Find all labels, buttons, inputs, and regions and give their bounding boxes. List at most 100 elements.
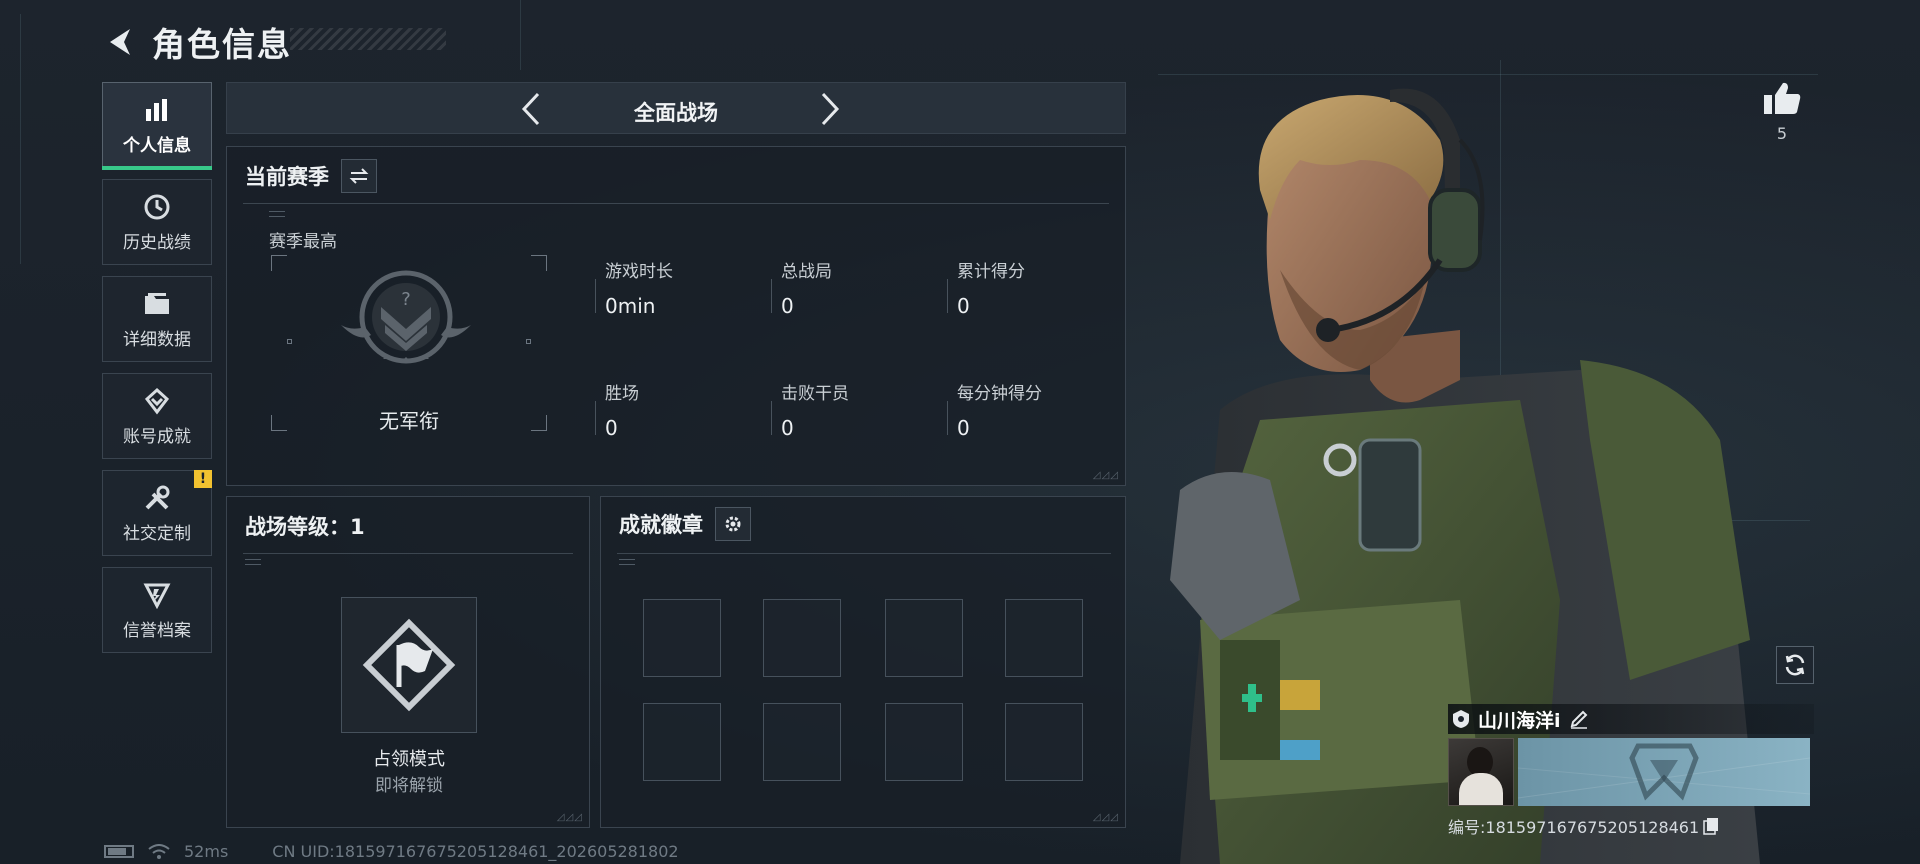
decor — [619, 559, 635, 565]
player-name: 山川海洋i — [1478, 709, 1561, 732]
alert-badge: ! — [194, 470, 212, 488]
next-mode-button[interactable] — [811, 91, 847, 127]
shield-icon — [142, 580, 172, 610]
battery-icon — [104, 845, 134, 858]
stat-value: 0min — [605, 294, 656, 318]
season-best-label: 赛季最高 — [269, 232, 337, 252]
decor — [245, 559, 261, 565]
stat-wins: 胜场 0 — [595, 379, 639, 440]
wifi-icon — [148, 843, 170, 859]
stat-label: 胜场 — [605, 384, 639, 404]
sidebar-item-history[interactable]: 历史战绩 — [102, 179, 212, 265]
achievements-panel: 成就徽章 ◿◿◿ — [600, 496, 1126, 828]
mode-name: 占领模式 — [373, 749, 445, 770]
sidebar-item-label: 历史战绩 — [123, 232, 191, 253]
sidebar-item-label: 社交定制 — [123, 523, 191, 544]
decor-line — [1158, 74, 1818, 75]
avatar[interactable] — [1448, 738, 1514, 806]
badge-slot[interactable] — [1005, 599, 1083, 677]
stat-label: 累计得分 — [957, 262, 1025, 282]
like-button[interactable]: 5 — [1762, 80, 1802, 143]
like-count: 5 — [1776, 124, 1788, 143]
sidebar-item-detailed-data[interactable]: 详细数据 — [102, 276, 212, 362]
stat-label: 击败干员 — [781, 384, 849, 404]
tools-icon — [142, 483, 172, 513]
player-card: 山川海洋i 编号:1815971676752051284​61 — [1448, 704, 1814, 838]
edit-name-icon[interactable] — [1569, 709, 1589, 729]
badge-slot[interactable] — [763, 599, 841, 677]
achievements-title: 成就徽章 — [619, 513, 703, 537]
sidebar-item-personal-info[interactable]: 个人信息 — [102, 82, 212, 170]
sidebar-item-label: 个人信息 — [123, 135, 191, 156]
swap-icon — [349, 168, 369, 184]
chevron-right-icon — [821, 92, 840, 126]
badge-slot[interactable] — [1005, 703, 1083, 781]
player-banner[interactable] — [1518, 738, 1810, 806]
mode-status: 即将解锁 — [375, 776, 443, 796]
title-decoration — [290, 28, 446, 50]
divider — [243, 553, 573, 554]
back-arrow-icon — [110, 29, 130, 55]
badge-slot[interactable] — [763, 703, 841, 781]
badge-slot[interactable] — [885, 599, 963, 677]
rotate-model-button[interactable] — [1776, 646, 1814, 684]
achievement-icon — [142, 386, 172, 416]
sidebar: 个人信息 历史战绩 详细数据 账号成就 ! 社交定制 信誉档案 — [102, 82, 212, 664]
gear-icon — [725, 516, 741, 532]
banner-emblem-icon — [1518, 743, 1810, 801]
panel-corner-decor: ◿◿◿ — [556, 812, 583, 823]
status-bar: 52ms CN UID:1815971676752051284​61_20260… — [104, 842, 679, 861]
capture-flag-icon — [362, 618, 456, 712]
stat-value: 0 — [957, 294, 970, 318]
decor-line — [20, 14, 21, 264]
switch-season-button[interactable] — [341, 159, 377, 193]
season-title: 当前赛季 — [245, 165, 329, 189]
sidebar-item-label: 信誉档案 — [123, 620, 191, 641]
sidebar-item-label: 账号成就 — [123, 426, 191, 447]
header: 角色信息 — [104, 18, 292, 66]
stat-label: 每分钟得分 — [957, 384, 1042, 404]
rank-label: 无军衔 — [379, 409, 439, 433]
bar-chart-icon — [142, 95, 172, 125]
player-rank-icon — [1453, 710, 1469, 728]
battle-level-title: 战场等级：1 — [245, 515, 365, 539]
thumbs-up-icon — [1764, 82, 1801, 114]
folder-icon — [142, 289, 172, 319]
decor-line — [520, 0, 521, 70]
stat-total-matches: 总战局 0 — [771, 257, 832, 318]
mode-selector: 全面战场 — [226, 82, 1126, 134]
divider — [617, 553, 1111, 554]
copy-icon[interactable] — [1703, 817, 1719, 835]
stat-score-per-minute: 每分钟得分 0 — [947, 379, 1042, 440]
uid-text: CN UID:1815971676752051284​61_2026052818… — [272, 842, 679, 861]
rank-emblem-icon: ? — [341, 270, 471, 364]
player-id: 编号:1815971676752051284​61 — [1448, 814, 1814, 838]
sidebar-item-achievements[interactable]: 账号成就 — [102, 373, 212, 459]
stat-kills: 击败干员 0 — [771, 379, 849, 440]
stat-value: 0 — [605, 416, 618, 440]
badge-slot[interactable] — [643, 703, 721, 781]
sidebar-item-social[interactable]: ! 社交定制 — [102, 470, 212, 556]
stat-value: 0 — [781, 416, 794, 440]
refresh-icon — [1785, 654, 1805, 676]
mode-title: 全面战场 — [634, 101, 718, 125]
battle-level-panel: 战场等级：1 占领模式 即将解锁 ◿◿◿ — [226, 496, 590, 828]
sidebar-item-reputation[interactable]: 信誉档案 — [102, 567, 212, 653]
ping-value: 52ms — [184, 842, 229, 861]
capture-mode-card[interactable] — [341, 597, 477, 733]
panel-corner-decor: ◿◿◿ — [1092, 470, 1119, 481]
badge-slot[interactable] — [643, 599, 721, 677]
player-id-text: 编号:1815971676752051284​61 — [1448, 818, 1700, 837]
badge-slot[interactable] — [885, 703, 963, 781]
page-title: 角色信息 — [152, 25, 292, 64]
stat-label: 游戏时长 — [605, 262, 673, 282]
sidebar-item-label: 详细数据 — [123, 329, 191, 350]
back-button[interactable] — [104, 25, 138, 59]
clock-icon — [142, 192, 172, 222]
rank-question-mark: ? — [401, 289, 411, 310]
current-season-panel: 当前赛季 赛季最高 无军衔 ? 游戏时长 0min 总战局 0 累计得分 0 胜… — [226, 146, 1126, 486]
panel-corner-decor: ◿◿◿ — [1092, 812, 1119, 823]
achievements-settings-button[interactable] — [715, 507, 751, 541]
stat-total-score: 累计得分 0 — [947, 257, 1025, 318]
stat-value: 0 — [957, 416, 970, 440]
